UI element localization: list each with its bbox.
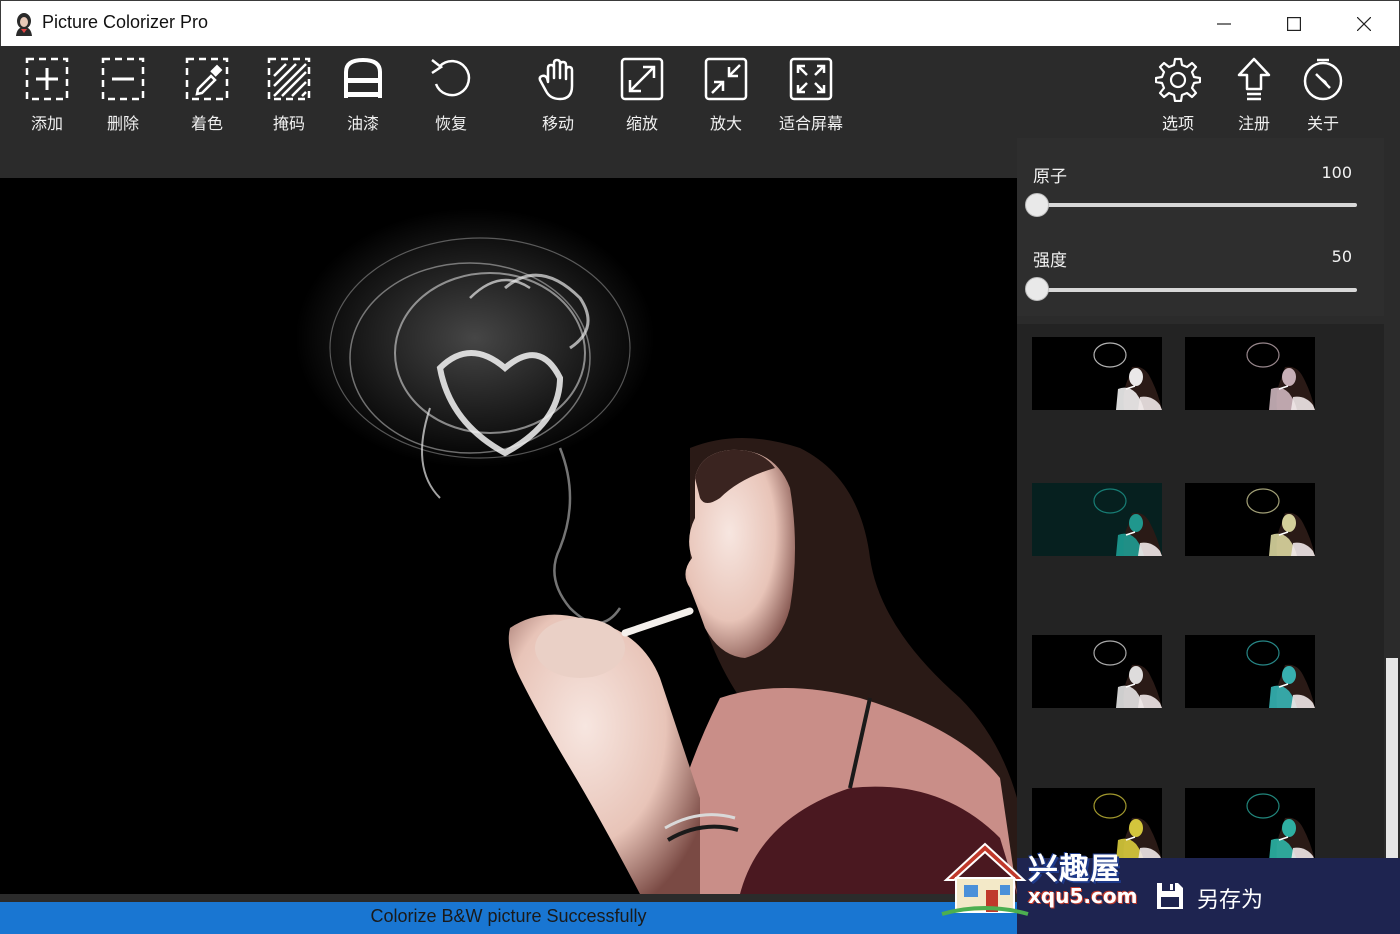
paint-button[interactable]: 油漆	[321, 56, 405, 138]
canvas-header	[0, 138, 1017, 178]
image-canvas[interactable]	[0, 178, 1017, 894]
paint-label: 油漆	[346, 114, 379, 133]
watermark: 兴趣屋 xqu5.com	[940, 838, 1140, 918]
fit-screen-button[interactable]: 适合屏幕	[768, 56, 854, 138]
enlarge-button[interactable]: 放大	[684, 56, 768, 138]
close-button[interactable]	[1329, 1, 1399, 47]
enlarge-label: 放大	[709, 114, 742, 133]
preset-thumbnail[interactable]	[1185, 635, 1315, 708]
minimize-icon	[1217, 23, 1231, 25]
move-button[interactable]: 移动	[516, 56, 600, 138]
minimize-button[interactable]	[1189, 1, 1259, 47]
hand-icon	[538, 58, 574, 101]
preset-thumbnail[interactable]	[1185, 483, 1315, 556]
preset-thumbnail[interactable]	[1032, 337, 1162, 410]
add-icon	[25, 57, 69, 101]
eyedropper-icon	[185, 57, 229, 101]
upload-arrow-icon	[1237, 57, 1271, 101]
mask-label: 掩码	[272, 114, 305, 133]
mask-hatch-icon	[267, 57, 311, 101]
preset-thumbnail[interactable]	[1032, 483, 1162, 556]
fit-screen-icon	[789, 57, 833, 101]
options-button[interactable]: 选项	[1136, 56, 1220, 138]
add-button[interactable]: 添加	[5, 56, 89, 138]
delete-button[interactable]: 删除	[81, 56, 165, 138]
right-panel: 原子 100 强度 50	[1017, 138, 1384, 858]
maximize-button[interactable]	[1259, 1, 1329, 47]
colorize-label: 着色	[190, 114, 223, 133]
delete-label: 删除	[106, 114, 139, 133]
intensity-slider-thumb[interactable]	[1025, 277, 1049, 301]
toolbar: 添加 删除 着色 掩码 油漆 恢复 移动 缩放 放大 适合屏幕 选项 注册 关于	[0, 46, 1400, 138]
status-message: Colorize B&W picture Successfully	[370, 906, 647, 926]
paint-roller-icon	[344, 57, 382, 98]
fit-screen-label: 适合屏幕	[778, 114, 843, 133]
status-bar: Colorize B&W picture Successfully	[0, 894, 1017, 934]
move-label: 移动	[541, 114, 574, 133]
atom-slider-track[interactable]	[1037, 203, 1357, 207]
about-button[interactable]: 关于	[1281, 56, 1365, 138]
intensity-slider-track[interactable]	[1037, 288, 1357, 292]
preset-thumbnail[interactable]	[1185, 788, 1315, 858]
mask-button[interactable]: 掩码	[247, 56, 331, 138]
undo-icon	[431, 59, 471, 97]
photo-preview	[295, 208, 1017, 894]
scrollbar-thumb[interactable]	[1386, 658, 1398, 858]
watermark-url: xqu5.com	[1028, 884, 1138, 908]
intensity-label: 强度	[1033, 251, 1067, 271]
atom-label: 原子	[1033, 167, 1067, 187]
atom-value: 100	[1321, 163, 1352, 182]
zoom-label: 缩放	[625, 114, 658, 133]
title-bar: Picture Colorizer Pro	[0, 0, 1400, 46]
zoom-button[interactable]: 缩放	[600, 56, 684, 138]
restore-label: 恢复	[434, 114, 467, 133]
remove-icon	[101, 57, 145, 101]
preset-thumbnail[interactable]	[1032, 635, 1162, 708]
close-icon	[1357, 17, 1371, 31]
watermark-chinese: 兴趣屋	[1028, 852, 1121, 887]
compass-icon	[1303, 58, 1343, 101]
adjustment-sliders: 原子 100 强度 50	[1017, 138, 1384, 316]
preset-thumbnail[interactable]	[1185, 337, 1315, 410]
app-logo-icon	[16, 13, 32, 36]
intensity-value: 50	[1331, 247, 1352, 266]
save-as-label: 另存为	[1197, 888, 1264, 913]
window-title: Picture Colorizer Pro	[42, 12, 209, 32]
maximize-icon	[1287, 17, 1301, 31]
preset-thumbnails	[1017, 324, 1384, 858]
shrink-arrows-icon	[704, 57, 748, 101]
atom-slider-thumb[interactable]	[1025, 193, 1049, 217]
house-logo-icon	[941, 842, 1029, 916]
add-label: 添加	[30, 114, 63, 133]
restore-button[interactable]: 恢复	[409, 56, 493, 138]
gear-icon	[1155, 57, 1201, 102]
expand-arrows-icon	[620, 57, 664, 101]
colorize-button[interactable]: 着色	[165, 56, 249, 138]
about-label: 关于	[1306, 114, 1339, 133]
options-label: 选项	[1161, 114, 1194, 133]
save-floppy-icon	[1157, 883, 1183, 909]
